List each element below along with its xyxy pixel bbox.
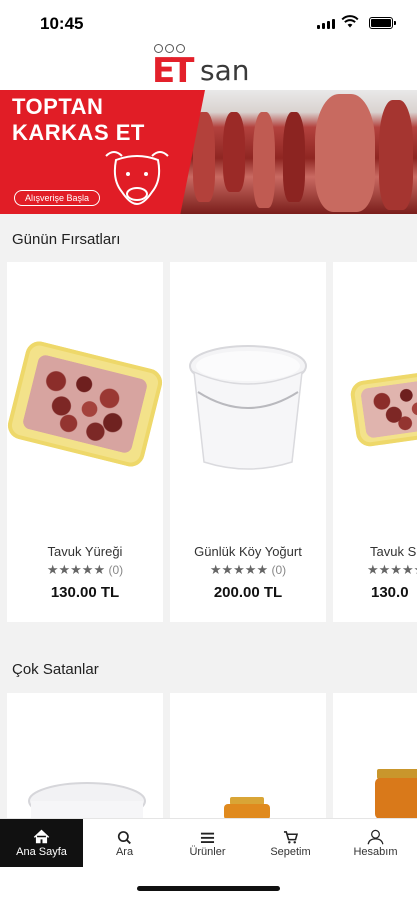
deals-section-title: Günün Fırsatları (12, 231, 121, 248)
tab-search-label: Ara (115, 846, 134, 858)
menu-icon (200, 832, 215, 843)
cow-icon (105, 151, 169, 206)
tab-cart[interactable]: Sepetim (249, 819, 332, 867)
product-image (224, 797, 270, 818)
product-card[interactable]: Tavuk S ★★★★★ 130.0 (333, 262, 417, 622)
deals-carousel[interactable]: Tavuk Yüreği ★★★★★ (0) 130.00 TL Günlük … (0, 262, 417, 622)
tab-search[interactable]: Ara (83, 819, 166, 867)
tab-cart-label: Sepetim (270, 846, 311, 858)
promo-banner[interactable]: TOPTAN KARKAS ET Alışverişe Başla (0, 90, 417, 214)
status-bar: 10:45 (0, 0, 417, 44)
review-count: (0) (271, 563, 287, 577)
tab-account[interactable]: Hesabım (334, 819, 417, 867)
product-image (333, 332, 417, 492)
product-image (28, 782, 146, 818)
home-indicator (137, 886, 280, 891)
home-icon (33, 829, 50, 844)
product-rating: ★★★★★ (0) (170, 562, 326, 578)
product-card[interactable] (170, 693, 326, 818)
status-time: 10:45 (40, 14, 84, 33)
banner-meat-image (165, 90, 417, 214)
tab-products-label: Ürünler (189, 846, 226, 858)
rating-stars-icon: ★★★★★ (46, 562, 106, 577)
etsan-logo[interactable]: ET san (150, 44, 270, 90)
product-price: 130.00 TL (50, 584, 120, 601)
product-image (375, 769, 417, 818)
cta-label: Alışverişe Başla (25, 193, 90, 203)
review-count: (0) (108, 563, 124, 577)
tab-products[interactable]: Ürünler (166, 819, 249, 867)
start-shopping-button[interactable]: Alışverişe Başla (14, 190, 101, 206)
product-name: Tavuk S (370, 544, 417, 559)
tab-home-label: Ana Sayfa (16, 846, 67, 858)
product-price: 200.00 TL (213, 584, 283, 601)
signal-icon (317, 19, 335, 29)
product-rating: ★★★★★ (333, 562, 417, 578)
product-image (170, 332, 326, 492)
product-card[interactable]: Tavuk Yüreği ★★★★★ (0) 130.00 TL (4, 262, 166, 622)
cart-icon (283, 831, 299, 844)
product-rating: ★★★★★ (0) (7, 562, 163, 578)
app-header: ET san (0, 44, 417, 90)
tab-home[interactable]: Ana Sayfa (0, 819, 83, 867)
banner-title: TOPTAN KARKAS ET (12, 94, 145, 146)
tab-account-label: Hesabım (353, 846, 398, 858)
battery-icon (369, 17, 396, 29)
product-card[interactable]: Günlük Köy Yoğurt ★★★★★ (0) 200.00 TL (170, 262, 326, 622)
rating-stars-icon: ★★★★★ (367, 562, 417, 577)
wifi-icon (341, 15, 359, 28)
banner-title-line1: TOPTAN (12, 94, 104, 119)
banner-title-line2: KARKAS ET (12, 120, 145, 145)
product-card[interactable] (7, 693, 163, 818)
best-sellers-carousel[interactable] (0, 693, 417, 818)
search-icon (117, 831, 131, 845)
product-price: 130.0 (371, 584, 409, 601)
product-name: Tavuk Yüreği (47, 544, 123, 559)
product-image (4, 332, 166, 492)
user-icon (367, 829, 384, 845)
rating-stars-icon: ★★★★★ (209, 562, 269, 577)
best-sellers-section-title: Çok Satanlar (12, 661, 99, 678)
product-name: Günlük Köy Yoğurt (194, 544, 302, 559)
product-card[interactable] (333, 693, 417, 818)
